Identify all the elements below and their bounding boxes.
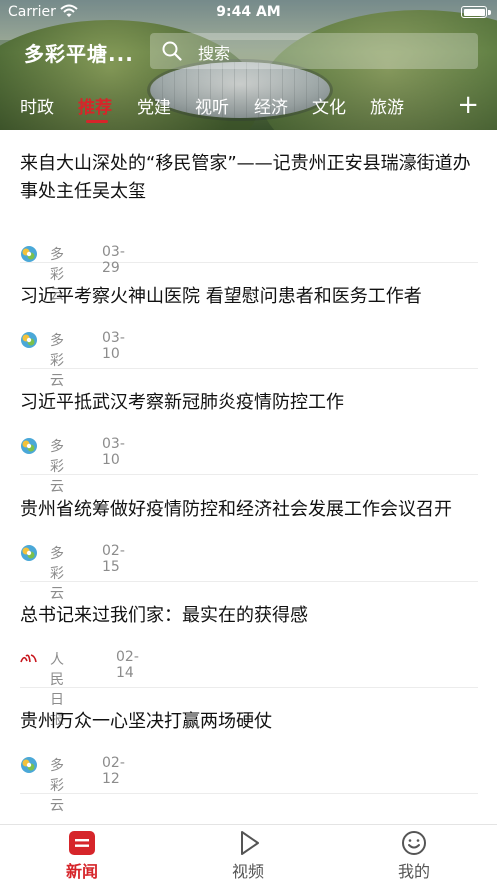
duocaiyun-logo — [21, 246, 37, 262]
news-date: 03-10 — [102, 436, 125, 468]
news-date: 02-12 — [102, 755, 125, 787]
news-source: 多彩云 — [50, 546, 64, 602]
active-tab-indicator — [86, 120, 108, 123]
list-item[interactable]: 习近平考察火神山医院 看望慰问患者和医务工作者 多彩云 03-10 — [20, 283, 478, 389]
play-icon — [241, 831, 259, 855]
search-icon — [162, 41, 182, 61]
news-date: 02-15 — [102, 543, 125, 575]
tab-mine-label: 我的 — [397, 862, 430, 881]
news-icon — [69, 831, 95, 855]
news-source: 多彩云 — [50, 439, 64, 495]
news-source: 多彩云 — [50, 758, 64, 814]
tab-shiting[interactable]: 视听 — [195, 93, 229, 118]
news-title: 总书记来过我们家：最实在的获得感 — [20, 605, 308, 626]
tab-wenhua[interactable]: 文化 — [312, 93, 346, 118]
list-item[interactable]: 贵州万众一心坚决打赢两场硬仗 多彩云 02-12 — [20, 708, 478, 814]
news-source: 多彩云 — [50, 333, 64, 389]
search-input[interactable]: 搜索 — [150, 33, 478, 69]
news-title: 习近平抵武汉考察新冠肺炎疫情防控工作 — [20, 392, 344, 413]
tab-mine[interactable]: 我的 — [354, 825, 474, 884]
list-item[interactable]: 贵州省统筹做好疫情防控和经济社会发展工作会议召开 多彩云 02-15 — [20, 496, 478, 602]
tab-tuijian[interactable]: 推荐 — [78, 93, 112, 118]
tab-jingji[interactable]: 经济 — [254, 93, 288, 118]
peoples-daily-logo — [20, 654, 37, 663]
news-title: 来自大山深处的“移民管家”——记贵州正安县瑞濠街道办事处主任吴太玺 — [20, 153, 471, 202]
header-banner: Carrier 9:44 AM 多彩平塘... 搜索 时政 推荐 党建 视听 经… — [0, 0, 497, 130]
profile-smile-icon — [402, 831, 426, 855]
tab-video-label: 视频 — [231, 862, 264, 881]
duocaiyun-logo — [21, 332, 37, 348]
status-time: 9:44 AM — [216, 4, 281, 20]
duocaiyun-logo — [21, 545, 37, 561]
news-title: 贵州万众一心坚决打赢两场硬仗 — [20, 711, 272, 732]
battery-icon — [461, 6, 491, 18]
bottom-tab-bar: 新闻 视频 我的 — [0, 824, 497, 884]
duocaiyun-logo — [21, 757, 37, 773]
list-item[interactable]: 总书记来过我们家：最实在的获得感 人民日报 02-14 — [20, 602, 478, 728]
tab-video[interactable]: 视频 — [188, 825, 308, 884]
plus-icon[interactable]: + — [457, 90, 479, 120]
tab-shizheng[interactable]: 时政 — [20, 93, 54, 118]
channel-tabs: 时政 推荐 党建 视听 经济 文化 旅游 + — [0, 90, 497, 126]
search-placeholder: 搜索 — [198, 44, 231, 63]
list-item[interactable]: 来自大山深处的“移民管家”——记贵州正安县瑞濠街道办事处主任吴太玺 多彩云 03… — [20, 150, 478, 303]
status-bar: Carrier 9:44 AM — [0, 0, 497, 26]
news-date: 03-29 — [102, 244, 125, 276]
news-date: 03-10 — [102, 330, 125, 362]
tab-dangjian[interactable]: 党建 — [137, 93, 171, 118]
list-item[interactable]: 习近平抵武汉考察新冠肺炎疫情防控工作 多彩云 03-10 — [20, 389, 478, 495]
duocaiyun-logo — [21, 438, 37, 454]
tab-news-label: 新闻 — [65, 862, 98, 881]
news-title: 贵州省统筹做好疫情防控和经济社会发展工作会议召开 — [20, 499, 452, 520]
news-title: 习近平考察火神山医院 看望慰问患者和医务工作者 — [20, 286, 422, 307]
news-date: 02-14 — [116, 649, 139, 681]
app-brand-title[interactable]: 多彩平塘... — [24, 38, 134, 67]
tab-news[interactable]: 新闻 — [22, 825, 142, 884]
tab-lvyou[interactable]: 旅游 — [370, 93, 404, 118]
